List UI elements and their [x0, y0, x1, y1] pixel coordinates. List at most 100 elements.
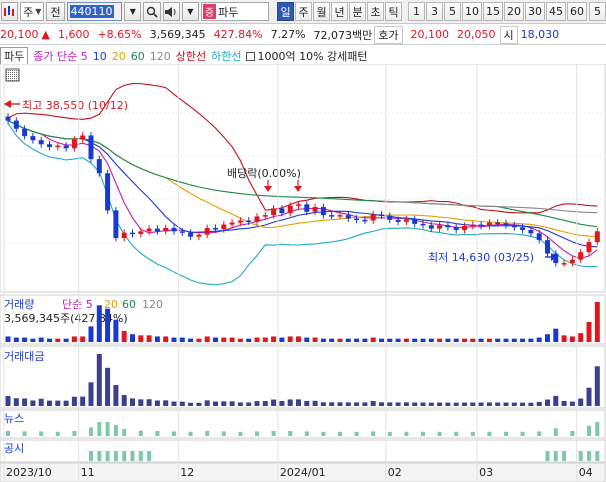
quote-bar: 20,100 ▲ 1,600 +8.65% 3,569,345 427.84% …: [0, 25, 606, 45]
price-chart[interactable]: 최고 38,550 (10/12) 배당락(0.00%) 최저 14,630 (…: [0, 64, 606, 482]
disclosure-bar: [562, 451, 567, 461]
trade-value-bar: [204, 400, 210, 406]
volume-bar: [237, 338, 243, 342]
grid-table-icon[interactable]: [5, 68, 20, 82]
trade-value-bar: [105, 367, 111, 406]
volume-ratio: 427.84%: [213, 28, 263, 41]
disclosure-bar: [130, 451, 135, 461]
minute-button-30[interactable]: 30: [525, 2, 545, 21]
candle-body: [188, 232, 194, 237]
x-tick-label: 12: [180, 466, 194, 479]
ma-20[interactable]: 20: [112, 50, 126, 63]
news-bar: [6, 431, 10, 436]
period-button-4[interactable]: 분: [349, 2, 366, 21]
volume-bar: [478, 338, 484, 342]
volume-bar: [5, 336, 11, 342]
period-button-2[interactable]: 월: [313, 2, 330, 21]
candle-body: [146, 228, 152, 232]
market-select[interactable]: 주 ▼: [20, 2, 45, 21]
stock-code-input[interactable]: 440110: [66, 2, 123, 21]
period-button-3[interactable]: 년: [331, 2, 348, 21]
candle-body: [312, 207, 318, 212]
disclosure-bar: [138, 451, 143, 461]
volume-bar: [354, 338, 360, 342]
candle-body: [561, 263, 567, 265]
volume-bar: [420, 338, 426, 342]
volume-panel-label: 거래량: [4, 298, 34, 311]
tab-chart-name[interactable]: 파두: [0, 47, 29, 65]
bollinger-lower[interactable]: 하한선: [211, 48, 241, 64]
chevron-down-icon: ▼: [187, 7, 194, 16]
trade-value-bar: [121, 395, 127, 406]
x-tick-label: 11: [81, 466, 95, 479]
trade-value-bar: [5, 395, 11, 406]
volume-bar: [453, 338, 459, 342]
candle-body: [578, 252, 584, 260]
volume-bar: [337, 338, 343, 342]
minute-button-5[interactable]: 5: [444, 2, 461, 21]
news-bar: [155, 431, 160, 436]
news-bar: [404, 431, 409, 436]
ma-10[interactable]: 10: [93, 50, 107, 63]
minute-button-10[interactable]: 10: [462, 2, 482, 21]
prev-button[interactable]: 전: [46, 2, 65, 21]
minute-button-60[interactable]: 60: [567, 2, 587, 21]
candle-body: [428, 225, 434, 229]
disclosure-bar: [587, 451, 591, 461]
bid-price: 20,050: [457, 28, 496, 41]
trade-value-bar: [403, 402, 409, 406]
bollinger-upper[interactable]: 상한선: [176, 48, 206, 64]
ma-120[interactable]: 120: [150, 50, 171, 63]
minute-button-1[interactable]: 1: [408, 2, 425, 21]
period-button-0[interactable]: 일: [277, 2, 294, 21]
volume-bar: [204, 336, 210, 342]
chart-toolbar: 주 ▼ 전 440110 ▼ ▼ 증 파두 일주월년분초틱 1 3 5 10 15 20 3…: [0, 0, 606, 24]
pattern-checkbox[interactable]: 1000억 10% 강세패턴: [246, 48, 368, 64]
minute-button-20[interactable]: 20: [504, 2, 524, 21]
volume-bar: [47, 338, 52, 342]
chart-type-icon[interactable]: [1, 2, 19, 21]
volume-ma-60: 60: [122, 298, 136, 311]
volume-bar: [428, 338, 434, 342]
x-tick-label: 2024/01: [280, 466, 326, 479]
news-bar: [437, 431, 442, 436]
period-button-1[interactable]: 주: [295, 2, 312, 21]
volume-value: 3,569,345: [149, 28, 206, 41]
change-percent: +8.65%: [97, 28, 142, 41]
volume-bar: [561, 335, 567, 342]
minute-button-45[interactable]: 45: [546, 2, 566, 21]
news-bar: [138, 430, 143, 436]
ask-price: 20,100: [410, 28, 450, 41]
stock-name-field[interactable]: 증 파두: [200, 2, 269, 21]
candle-body: [412, 219, 418, 224]
candle-body: [320, 207, 326, 216]
disclosure-bar: [122, 451, 127, 461]
ma-label[interactable]: 종가 단순 5: [33, 48, 87, 64]
sound-button[interactable]: [162, 2, 180, 21]
minute-button-15[interactable]: 15: [483, 2, 503, 21]
volume-bar: [188, 338, 194, 342]
period-group: 일주월년분초틱: [277, 2, 402, 21]
trade-value-bar: [437, 402, 443, 406]
speaker-icon: [165, 6, 176, 17]
trade-value-bar: [345, 402, 351, 406]
code-dropdown-button[interactable]: ▼: [124, 2, 142, 21]
name-dropdown-button[interactable]: ▼: [181, 2, 199, 21]
minute-button-3[interactable]: 3: [426, 2, 443, 21]
period-button-6[interactable]: 틱: [385, 2, 402, 21]
ma-60[interactable]: 60: [131, 50, 145, 63]
trade-value-bar: [329, 402, 335, 406]
news-bar: [587, 425, 591, 436]
trade-value-bar: [47, 400, 52, 406]
name-tag-badge: 증: [202, 4, 217, 19]
news-bar: [72, 431, 77, 436]
volume-bar: [213, 337, 218, 342]
news-bar: [55, 431, 60, 436]
count-button[interactable]: 5: [589, 2, 606, 21]
volume-bar: [470, 338, 476, 342]
search-button[interactable]: [143, 2, 161, 21]
period-button-5[interactable]: 초: [367, 2, 384, 21]
minute-group: 1 3 5 10 15 20 30 45 60: [408, 2, 587, 21]
candle-body: [5, 116, 11, 121]
candle-body: [171, 227, 177, 232]
